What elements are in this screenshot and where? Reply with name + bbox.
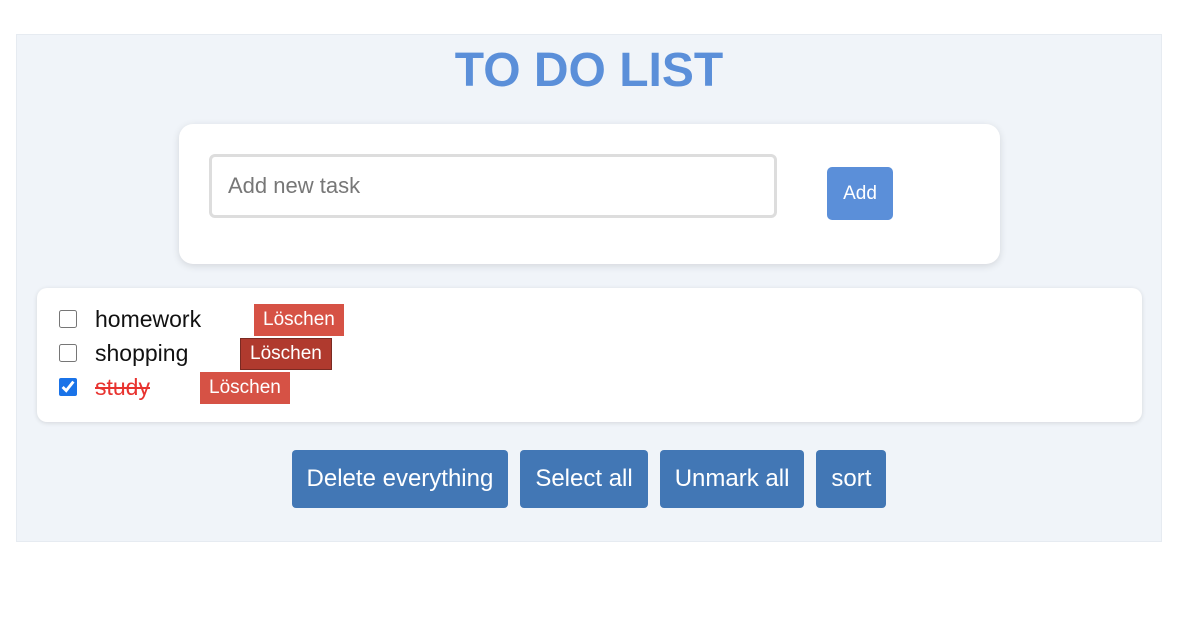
list-item: study Löschen <box>57 370 290 404</box>
list-item: shopping Löschen <box>57 336 332 370</box>
list-item: homework Löschen <box>57 302 344 336</box>
sort-button[interactable]: sort <box>816 450 887 508</box>
task-label: study <box>95 373 150 400</box>
task-checkbox-homework[interactable] <box>59 310 77 328</box>
todo-app: TO DO LIST Add homework Löschen shopping… <box>16 34 1162 542</box>
task-label: shopping <box>95 339 189 366</box>
task-list: homework Löschen shopping Löschen study … <box>37 288 1142 422</box>
task-checkbox-shopping[interactable] <box>59 344 77 362</box>
delete-task-button-homework[interactable]: Löschen <box>254 304 344 336</box>
task-label: homework <box>95 305 202 332</box>
delete-task-button-study[interactable]: Löschen <box>200 372 290 404</box>
delete-everything-button[interactable]: Delete everything <box>291 450 509 508</box>
delete-task-button-shopping[interactable]: Löschen <box>240 338 332 370</box>
add-task-button[interactable]: Add <box>827 167 893 220</box>
select-all-button[interactable]: Select all <box>520 450 648 508</box>
unmark-all-button[interactable]: Unmark all <box>659 450 805 508</box>
bulk-actions: Delete everything Select all Unmark all … <box>17 450 1161 508</box>
new-task-input[interactable] <box>209 154 777 218</box>
new-task-card: Add <box>179 124 1000 264</box>
page-title: TO DO LIST <box>454 44 724 97</box>
task-checkbox-study[interactable] <box>59 378 77 396</box>
